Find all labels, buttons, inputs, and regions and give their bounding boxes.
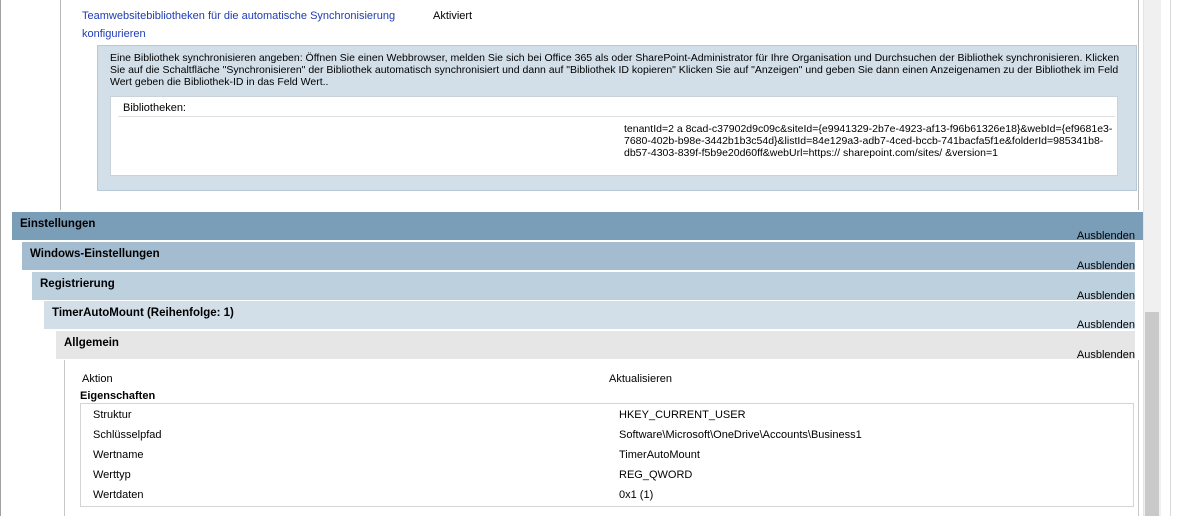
scrollbar-thumb[interactable] xyxy=(1145,312,1159,516)
section-registrierung: Registrierung Ausblenden xyxy=(32,272,1135,302)
properties-table: Struktur HKEY_CURRENT_USER Schlüsselpfad… xyxy=(80,403,1134,507)
sync-setting-label-line2[interactable]: konfigurieren xyxy=(82,28,146,40)
prop-name: Struktur xyxy=(93,409,132,421)
prop-name: Schlüsselpfad xyxy=(93,429,162,441)
sync-setting-link[interactable]: Teamwebsitebibliotheken für die automati… xyxy=(82,10,395,22)
sync-setting-status: Aktiviert xyxy=(433,10,473,22)
prop-name: Wertdaten xyxy=(93,489,144,501)
prop-name: Werttyp xyxy=(93,469,131,481)
section-title: TimerAutoMount (Reihenfolge: 1) xyxy=(52,307,234,319)
section-windows-einstellungen: Windows-Einstellungen Ausblenden xyxy=(22,242,1135,272)
prop-name: Wertname xyxy=(93,449,144,461)
section-title: Registrierung xyxy=(40,278,115,290)
hide-link[interactable]: Ausblenden xyxy=(1077,260,1135,272)
prop-value: 0x1 (1) xyxy=(619,489,654,501)
section-title: Einstellungen xyxy=(20,218,96,230)
description-text: Eine Bibliothek synchronisieren angeben:… xyxy=(110,52,1120,88)
action-value: Aktualisieren xyxy=(609,373,672,385)
section-title: Allgemein xyxy=(64,337,119,349)
window-right-edge xyxy=(1170,0,1177,516)
sync-setting-label-line1: Teamwebsitebibliotheken für die automati… xyxy=(82,10,396,22)
prop-value: TimerAutoMount xyxy=(619,449,700,461)
section-title: Windows-Einstellungen xyxy=(30,248,160,260)
prop-value: HKEY_CURRENT_USER xyxy=(619,409,746,421)
action-label: Aktion xyxy=(82,373,113,385)
section-timerautomount: TimerAutoMount (Reihenfolge: 1) Ausblend… xyxy=(44,301,1135,331)
hide-link[interactable]: Ausblenden xyxy=(1077,319,1135,331)
section-allgemein: Allgemein Ausblenden xyxy=(56,331,1135,361)
libraries-label: Bibliotheken: xyxy=(123,102,186,114)
prop-value: REG_QWORD xyxy=(619,469,693,481)
prop-value: Software\Microsoft\OneDrive\Accounts\Bus… xyxy=(619,429,862,441)
library-value: tenantId=2 a 8cad-c37902d9c09c&siteId={e… xyxy=(624,123,1113,159)
hide-link[interactable]: Ausblenden xyxy=(1077,230,1135,242)
left-border xyxy=(0,0,1,516)
libraries-divider xyxy=(118,116,1115,117)
properties-heading: Eigenschaften xyxy=(80,390,156,402)
section-einstellungen: Einstellungen Ausblenden xyxy=(12,212,1147,242)
